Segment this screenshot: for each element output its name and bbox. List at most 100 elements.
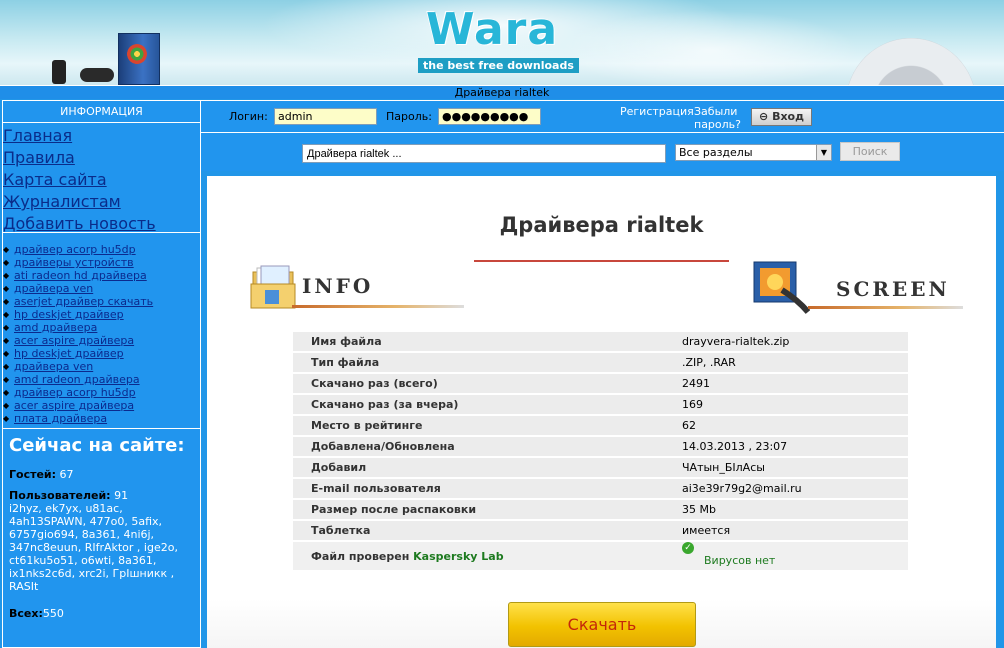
- tag-link[interactable]: acer aspire драйвера: [14, 399, 134, 412]
- screen-banner: SCREEN: [752, 260, 967, 314]
- page-title-bar: Драйвера rialtek: [0, 85, 1004, 99]
- row-value: ai3e39r79g2@mail.ru: [674, 479, 908, 498]
- screen-banner-underline: [808, 306, 963, 309]
- users-list: i2hyz, ek7yx, u81ac, 4ah13SPAWN, 477o0, …: [9, 502, 178, 593]
- search-input[interactable]: [302, 144, 666, 163]
- login-input[interactable]: [274, 108, 377, 125]
- list-item: hp deskjet драйвер: [3, 347, 200, 360]
- tag-link[interactable]: драйвер acorp hu5dp: [14, 243, 136, 256]
- guests-count: Гостей: 67: [9, 468, 194, 481]
- nav-link-home[interactable]: Главная: [3, 125, 200, 147]
- tag-link[interactable]: плата драйвера: [14, 412, 107, 425]
- login-icon: ⊖: [759, 110, 773, 123]
- online-users-panel: Сейчас на сайте: Гостей: 67 Пользователе…: [3, 429, 200, 634]
- kaspersky-link[interactable]: Kaspersky Lab: [413, 550, 503, 563]
- tag-link[interactable]: hp deskjet драйвер: [14, 308, 124, 321]
- row-label: E-mail пользователя: [293, 479, 674, 498]
- table-row: Файл проверен Kaspersky Lab ✓ Вирусов нет: [293, 541, 908, 570]
- list-item: acer aspire драйвера: [3, 334, 200, 347]
- phone-image: [52, 60, 66, 84]
- forgot-password-link[interactable]: Забыли пароль?: [694, 105, 741, 131]
- row-label: Добавлена/Обновлена: [293, 437, 674, 456]
- file-name-link[interactable]: drayvera-rialtek.zip: [674, 332, 908, 351]
- list-item: hp deskjet драйвер: [3, 308, 200, 321]
- table-row: Имя файла drayvera-rialtek.zip: [293, 332, 908, 351]
- tag-link[interactable]: amd radeon драйвера: [14, 373, 140, 386]
- table-row: Скачано раз (всего) 2491: [293, 374, 908, 393]
- check-icon: ✓: [682, 541, 694, 554]
- password-input[interactable]: [438, 108, 541, 125]
- download-button[interactable]: Скачать: [508, 602, 696, 647]
- password-label: Пароль:: [386, 110, 432, 123]
- login-button-label: Вход: [772, 110, 804, 123]
- guests-value: 67: [59, 468, 74, 481]
- tag-link[interactable]: драйверы устройств: [14, 256, 134, 269]
- sidebar: ИНФОРМАЦИЯ Главная Правила Карта сайта Ж…: [2, 100, 201, 648]
- login-bar: Логин: Пароль: ⊖ Вход Регистрация Забыли…: [201, 100, 1004, 133]
- section-select[interactable]: Все разделы ▼: [675, 144, 832, 161]
- tag-link[interactable]: ati radeon hd драйвера: [14, 269, 147, 282]
- game-console-image: [80, 68, 114, 82]
- film-icon: [753, 261, 810, 314]
- antivirus-check-label: Файл проверен Kaspersky Lab: [293, 542, 674, 570]
- row-value: имеется: [674, 521, 908, 540]
- chevron-down-icon[interactable]: ▼: [816, 145, 831, 160]
- site-tagline: the best free downloads: [418, 58, 579, 73]
- row-label: Скачано раз (за вчера): [293, 395, 674, 414]
- row-label: Место в рейтинге: [293, 416, 674, 435]
- antivirus-status: ✓ Вирусов нет: [674, 541, 908, 570]
- file-info-table: Имя файла drayvera-rialtek.zip Тип файла.…: [293, 330, 908, 572]
- row-value: 62: [674, 416, 908, 435]
- list-item: aserjet драйвер скачать: [3, 295, 200, 308]
- tag-link[interactable]: acer aspire драйвера: [14, 334, 134, 347]
- tag-link[interactable]: драйвера ven: [14, 360, 93, 373]
- tag-link[interactable]: aserjet драйвер скачать: [14, 295, 153, 308]
- list-item: драйвер acorp hu5dp: [3, 386, 200, 399]
- forgot-link-line2: пароль?: [694, 118, 741, 131]
- nav-link-add-news[interactable]: Добавить новость: [3, 213, 200, 235]
- nav-link-journalists[interactable]: Журналистам: [3, 191, 200, 213]
- register-link[interactable]: Регистрация: [620, 105, 694, 118]
- total-count: Всех:550: [9, 607, 194, 620]
- table-row: Скачано раз (за вчера) 169: [293, 395, 908, 414]
- main-content: Драйвера rialtek INFO SCREEN Имя файла dr…: [207, 176, 996, 648]
- users-value: 91: [114, 489, 129, 502]
- row-value: 35 Mb: [674, 500, 908, 519]
- tag-link[interactable]: драйвера ven: [14, 282, 93, 295]
- checked-label: Файл проверен: [311, 549, 410, 563]
- tag-link[interactable]: hp deskjet драйвер: [14, 347, 124, 360]
- row-label: Имя файла: [293, 332, 674, 351]
- row-value: 2491: [674, 374, 908, 393]
- site-header: Wara the best free downloads: [0, 0, 1004, 85]
- info-banner: INFO: [247, 264, 467, 312]
- list-item: драйвер acorp hu5dp: [3, 243, 200, 256]
- login-label: Логин:: [229, 110, 268, 123]
- table-row: Место в рейтинге 62: [293, 416, 908, 435]
- main-nav: Главная Правила Карта сайта Журналистам …: [3, 123, 200, 233]
- tag-list: драйвер acorp hu5dp драйверы устройств a…: [3, 233, 200, 429]
- info-banner-underline: [292, 305, 464, 308]
- search-button[interactable]: Поиск: [840, 142, 900, 161]
- software-box-image: [118, 33, 160, 85]
- site-logo[interactable]: Wara: [426, 4, 558, 55]
- table-row: E-mail пользователя ai3e39r79g2@mail.ru: [293, 479, 908, 498]
- nav-link-sitemap[interactable]: Карта сайта: [3, 169, 200, 191]
- total-label: Всех:: [9, 607, 43, 620]
- tag-link[interactable]: amd драйвера: [14, 321, 97, 334]
- table-row: Тип файла .ZIP, .RAR: [293, 353, 908, 372]
- table-row: Таблетка имеется: [293, 521, 908, 540]
- list-item: драйверы устройств: [3, 256, 200, 269]
- section-select-value: Все разделы: [679, 146, 753, 159]
- users-label: Пользователей:: [9, 489, 111, 502]
- guests-label: Гостей:: [9, 468, 57, 481]
- list-item: драйвера ven: [3, 360, 200, 373]
- list-item: ati radeon hd драйвера: [3, 269, 200, 282]
- disc-image: [846, 38, 976, 85]
- nav-link-rules[interactable]: Правила: [3, 147, 200, 169]
- tag-link[interactable]: драйвер acorp hu5dp: [14, 386, 136, 399]
- list-item: acer aspire драйвера: [3, 399, 200, 412]
- virus-status: Вирусов нет: [704, 553, 776, 567]
- login-button[interactable]: ⊖ Вход: [751, 108, 812, 126]
- forgot-link-line1: Забыли: [694, 105, 738, 118]
- search-bar: Все разделы ▼ Поиск: [201, 133, 1004, 171]
